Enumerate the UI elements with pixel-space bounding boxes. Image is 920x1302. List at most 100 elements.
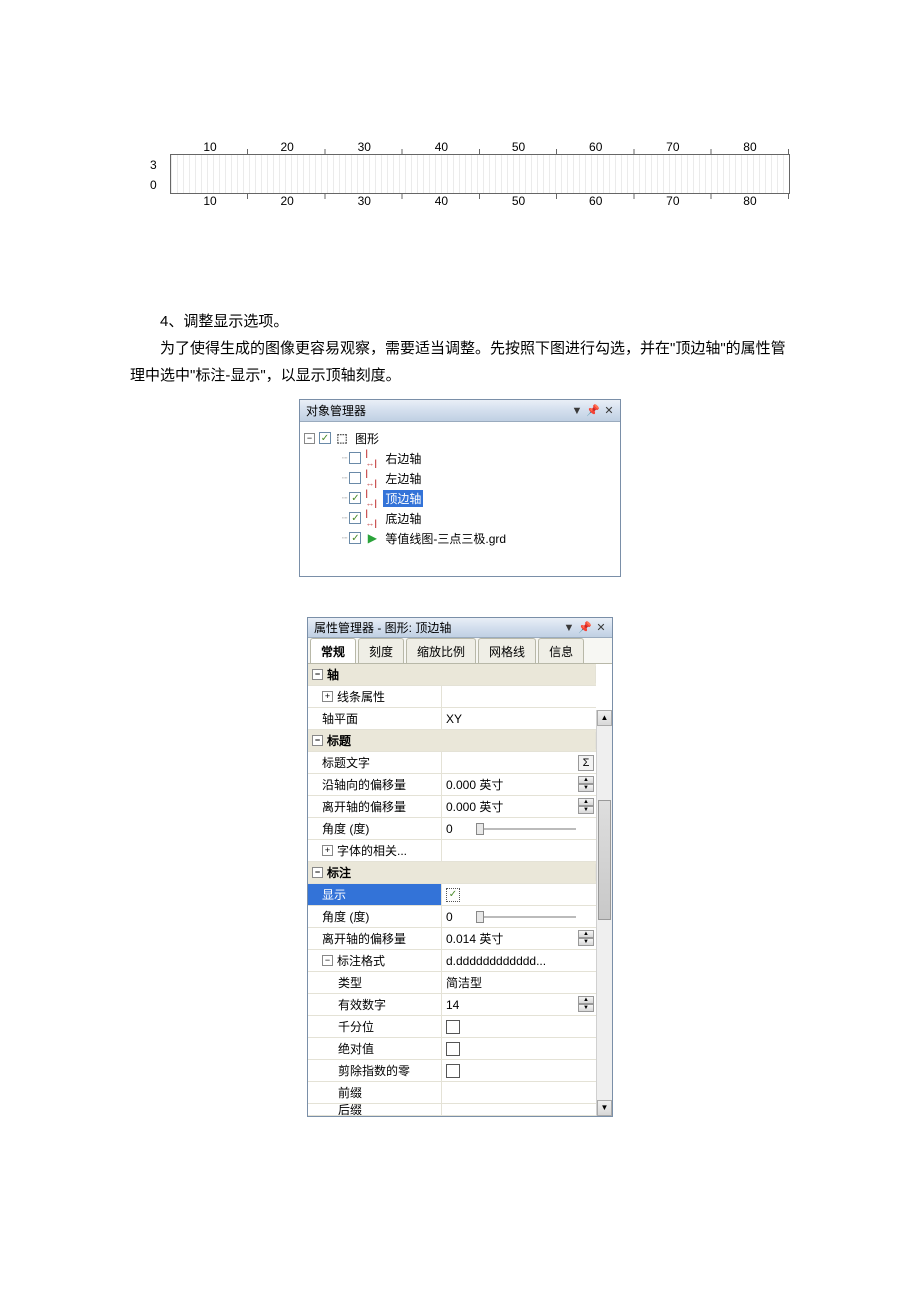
value-abs[interactable] bbox=[442, 1038, 596, 1059]
chart-section: 10 20 30 40 50 60 70 80 3 0 10 20 30 40 … bbox=[0, 0, 920, 238]
slider-track[interactable] bbox=[476, 828, 576, 830]
tab-general[interactable]: 常规 bbox=[310, 638, 356, 663]
checkbox[interactable]: ✓ bbox=[319, 432, 331, 444]
row-type[interactable]: 类型 简洁型 bbox=[308, 972, 596, 994]
object-tree: − ✓ ⬚ 图形 ┈ |↔| 右边轴 ┈ |↔| 左边轴 ┈ ✓ |↔| 顶边轴… bbox=[300, 422, 620, 576]
value-label-format[interactable]: d.dddddddddddd... bbox=[442, 950, 596, 971]
row-abs[interactable]: 绝对值 bbox=[308, 1038, 596, 1060]
property-manager-header[interactable]: 属性管理器 - 图形: 顶边轴 ▼ 📌 ✕ bbox=[308, 618, 612, 638]
checkbox[interactable] bbox=[349, 472, 361, 484]
row-axis-plane[interactable]: 轴平面 XY bbox=[308, 708, 596, 730]
grid-file-icon: ▶ bbox=[365, 532, 379, 544]
checkbox[interactable]: ✓ bbox=[446, 888, 460, 902]
checkbox[interactable]: ✓ bbox=[349, 492, 361, 504]
collapse-icon[interactable]: − bbox=[304, 433, 315, 444]
collapse-icon[interactable]: − bbox=[312, 735, 323, 746]
tab-zoom[interactable]: 缩放比例 bbox=[406, 638, 476, 663]
scroll-down-button[interactable]: ▼ bbox=[597, 1100, 612, 1116]
tree-line: ┈ bbox=[342, 513, 347, 524]
pin-icon[interactable]: 📌 bbox=[578, 621, 592, 635]
collapse-icon[interactable]: − bbox=[322, 955, 333, 966]
value-suffix[interactable] bbox=[442, 1104, 596, 1115]
collapse-icon[interactable]: − bbox=[312, 867, 323, 878]
value-type[interactable]: 简洁型 bbox=[442, 972, 596, 993]
row-label-angle[interactable]: 角度 (度) 0 bbox=[308, 906, 596, 928]
chart-plot-area bbox=[170, 154, 790, 194]
value-label-offset[interactable]: 0.014 英寸 ▲▼ bbox=[442, 928, 596, 949]
y-axis-labels: 3 0 bbox=[150, 158, 157, 192]
tree-root-label: 图形 bbox=[353, 430, 381, 447]
tree-item-contour[interactable]: ┈ ✓ ▶ 等值线图-三点三极.grd bbox=[304, 528, 616, 548]
tab-info[interactable]: 信息 bbox=[538, 638, 584, 663]
slider-track[interactable] bbox=[476, 916, 576, 918]
value-title-angle[interactable]: 0 bbox=[442, 818, 596, 839]
row-prefix[interactable]: 前缀 bbox=[308, 1082, 596, 1104]
spinner-control[interactable]: ▲▼ bbox=[578, 776, 594, 792]
slider-thumb[interactable] bbox=[476, 823, 484, 835]
checkbox[interactable] bbox=[349, 452, 361, 464]
row-trim-zero[interactable]: 剪除指数的零 bbox=[308, 1060, 596, 1082]
row-title-angle[interactable]: 角度 (度) 0 bbox=[308, 818, 596, 840]
close-icon[interactable]: ✕ bbox=[602, 404, 616, 418]
spinner-control[interactable]: ▲▼ bbox=[578, 930, 594, 946]
spinner-control[interactable]: ▲▼ bbox=[578, 996, 594, 1012]
value-label-angle[interactable]: 0 bbox=[442, 906, 596, 927]
section-title[interactable]: −标题 bbox=[308, 730, 596, 752]
checkbox[interactable]: ✓ bbox=[349, 512, 361, 524]
vertical-scrollbar[interactable]: ▲ ▼ bbox=[596, 710, 612, 1116]
tree-label: 左边轴 bbox=[383, 470, 423, 487]
row-suffix[interactable]: 后缀 bbox=[308, 1104, 596, 1116]
row-line-attr[interactable]: +线条属性 bbox=[308, 686, 596, 708]
value-thousands[interactable] bbox=[442, 1016, 596, 1037]
section-axis[interactable]: −轴 bbox=[308, 664, 596, 686]
row-show-label[interactable]: 显示 ✓ bbox=[308, 884, 596, 906]
spinner-control[interactable]: ▲▼ bbox=[578, 798, 594, 814]
row-label-offset[interactable]: 离开轴的偏移量 0.014 英寸 ▲▼ bbox=[308, 928, 596, 950]
value-axis-plane[interactable]: XY bbox=[442, 708, 596, 729]
tree-root[interactable]: − ✓ ⬚ 图形 bbox=[304, 428, 616, 448]
tree-label: 等值线图-三点三极.grd bbox=[383, 530, 508, 547]
row-font[interactable]: +字体的相关... bbox=[308, 840, 596, 862]
tree-line: ┈ bbox=[342, 533, 347, 544]
row-offset-along[interactable]: 沿轴向的偏移量 0.000 英寸 ▲▼ bbox=[308, 774, 596, 796]
axis-icon: |↔| bbox=[365, 512, 379, 524]
sigma-button[interactable]: Σ bbox=[578, 755, 594, 771]
value-line-attr[interactable] bbox=[442, 686, 596, 707]
tree-item-bottom-axis[interactable]: ┈ ✓ |↔| 底边轴 bbox=[304, 508, 616, 528]
slider-thumb[interactable] bbox=[476, 911, 484, 923]
value-font[interactable] bbox=[442, 840, 596, 861]
checkbox[interactable] bbox=[446, 1020, 460, 1034]
checkbox[interactable]: ✓ bbox=[349, 532, 361, 544]
value-prefix[interactable] bbox=[442, 1082, 596, 1103]
checkbox[interactable] bbox=[446, 1064, 460, 1078]
value-offset-along[interactable]: 0.000 英寸 ▲▼ bbox=[442, 774, 596, 795]
object-manager-header[interactable]: 对象管理器 ▼ 📌 ✕ bbox=[300, 400, 620, 422]
value-show-label[interactable]: ✓ bbox=[442, 884, 596, 905]
scroll-thumb[interactable] bbox=[598, 800, 611, 920]
value-trim[interactable] bbox=[442, 1060, 596, 1081]
property-tabs: 常规 刻度 缩放比例 网格线 信息 bbox=[308, 638, 612, 664]
tree-item-left-axis[interactable]: ┈ |↔| 左边轴 bbox=[304, 468, 616, 488]
checkbox[interactable] bbox=[446, 1042, 460, 1056]
close-icon[interactable]: ✕ bbox=[594, 621, 608, 635]
expand-icon[interactable]: + bbox=[322, 845, 333, 856]
tree-item-top-axis[interactable]: ┈ ✓ |↔| 顶边轴 bbox=[304, 488, 616, 508]
value-offset-away[interactable]: 0.000 英寸 ▲▼ bbox=[442, 796, 596, 817]
dropdown-icon[interactable]: ▼ bbox=[562, 621, 576, 635]
dropdown-icon[interactable]: ▼ bbox=[570, 404, 584, 418]
tab-gridlines[interactable]: 网格线 bbox=[478, 638, 536, 663]
pin-icon[interactable]: 📌 bbox=[586, 404, 600, 418]
row-label-format[interactable]: −标注格式 d.dddddddddddd... bbox=[308, 950, 596, 972]
row-title-text[interactable]: 标题文字 Σ bbox=[308, 752, 596, 774]
tab-scale[interactable]: 刻度 bbox=[358, 638, 404, 663]
value-digits[interactable]: 14 ▲▼ bbox=[442, 994, 596, 1015]
section-label[interactable]: −标注 bbox=[308, 862, 596, 884]
collapse-icon[interactable]: − bbox=[312, 669, 323, 680]
tree-item-right-axis[interactable]: ┈ |↔| 右边轴 bbox=[304, 448, 616, 468]
scroll-up-button[interactable]: ▲ bbox=[597, 710, 612, 726]
expand-icon[interactable]: + bbox=[322, 691, 333, 702]
row-digits[interactable]: 有效数字 14 ▲▼ bbox=[308, 994, 596, 1016]
value-title-text[interactable]: Σ bbox=[442, 752, 596, 773]
row-offset-away[interactable]: 离开轴的偏移量 0.000 英寸 ▲▼ bbox=[308, 796, 596, 818]
row-thousands[interactable]: 千分位 bbox=[308, 1016, 596, 1038]
